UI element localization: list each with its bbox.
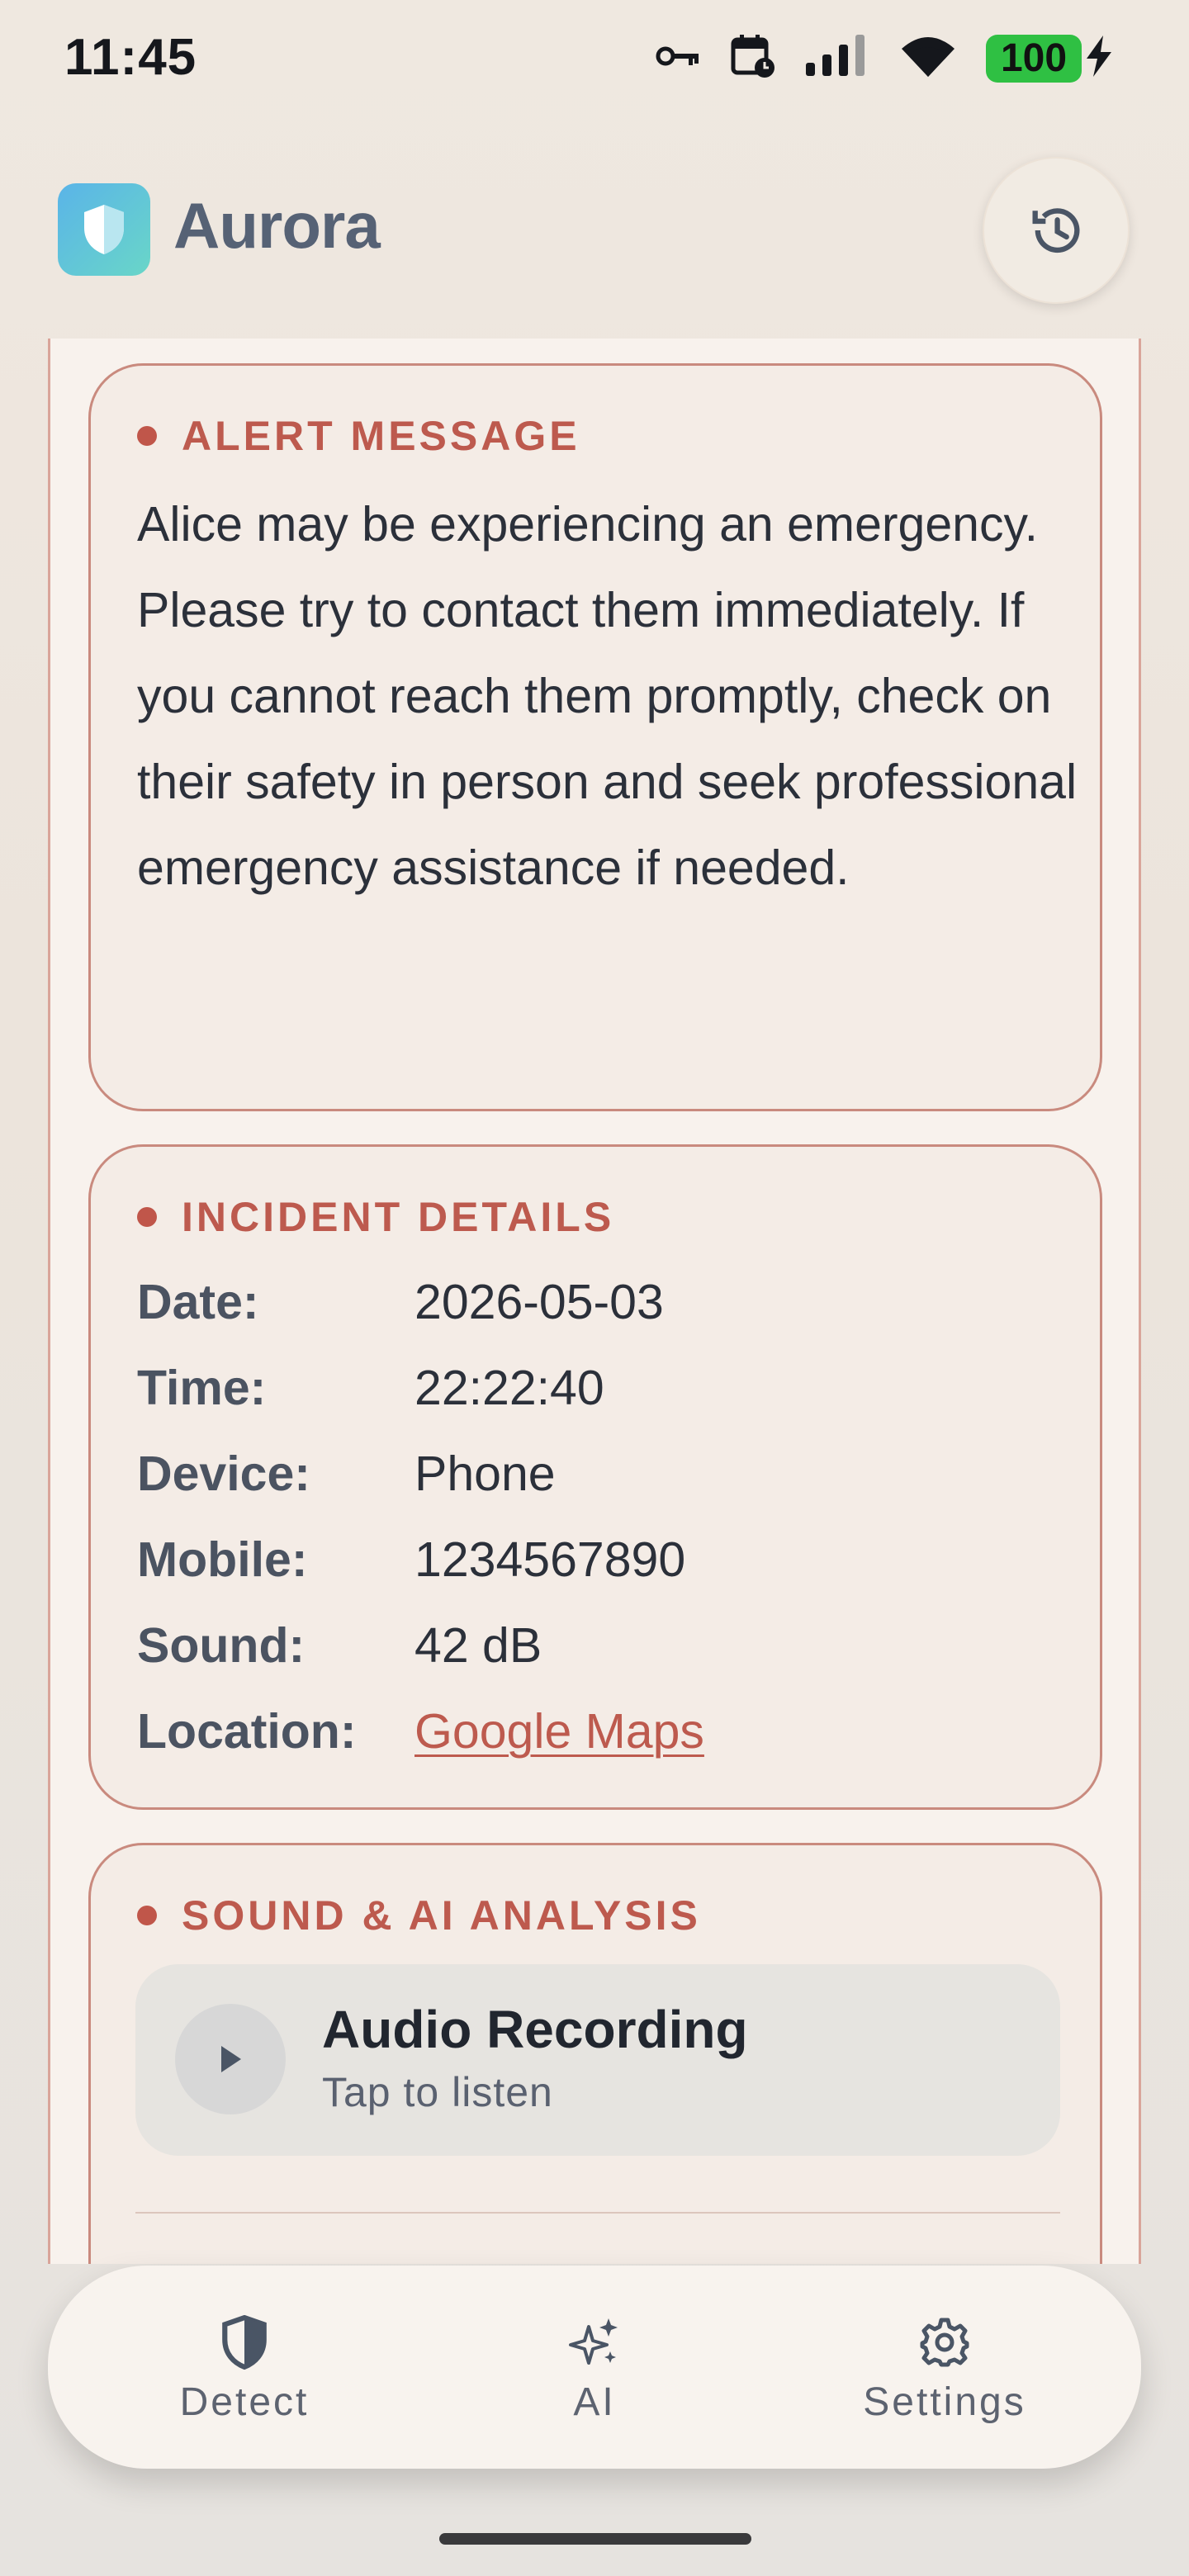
detail-label: Sound: [137, 1618, 306, 1673]
play-icon [221, 2046, 241, 2072]
detail-row-location: Location: Google Maps [137, 1688, 704, 1774]
incident-details-heading: INCIDENT DETAILS [182, 1194, 615, 1240]
detail-label: Location: [137, 1704, 357, 1759]
app-logo [58, 183, 150, 276]
nav-label: Settings [863, 2380, 1026, 2424]
nav-label: AI [573, 2380, 616, 2424]
heading-dot [137, 426, 157, 446]
app-title: Aurora [173, 189, 381, 262]
alert-message-text: Alice may be experiencing an emergency. … [137, 497, 1078, 895]
nav-detect[interactable]: Detect [121, 2266, 368, 2469]
nav-label: Detect [179, 2380, 310, 2424]
google-maps-link[interactable]: Google Maps [414, 1703, 704, 1759]
key-icon [656, 43, 702, 73]
app-header: Aurora [0, 145, 1189, 310]
history-icon [1032, 208, 1080, 253]
audio-player[interactable]: Audio Recording Tap to listen [135, 1964, 1060, 2156]
heading-dot [137, 1906, 157, 1925]
nav-ai[interactable]: AI [471, 2266, 718, 2469]
status-icons: 100 [656, 33, 1113, 83]
detail-value: 2026-05-03 [414, 1275, 664, 1329]
sparkles-icon [567, 2313, 622, 2371]
shield-logo-icon [84, 205, 124, 254]
card-heading: INCIDENT DETAILS [137, 1193, 614, 1241]
shield-icon [220, 2313, 269, 2371]
bottom-nav: Detect AI Settings [48, 2266, 1141, 2469]
detail-row-time: Time: 22:22:40 [137, 1345, 604, 1431]
status-bar: 11:45 100 [0, 0, 1189, 116]
detail-value: 22:22:40 [414, 1361, 604, 1415]
detail-value: 42 dB [414, 1618, 542, 1673]
sound-ai-analysis-card: SOUND & AI ANALYSIS Audio Recording Tap … [88, 1843, 1102, 2264]
card-heading: SOUND & AI ANALYSIS [137, 1892, 701, 1939]
status-time: 11:45 [64, 29, 197, 86]
detail-value: Phone [414, 1447, 556, 1501]
gear-icon [918, 2313, 971, 2371]
detail-label: Time: [137, 1361, 267, 1415]
home-indicator[interactable] [439, 2533, 751, 2545]
detail-row-sound: Sound: 42 dB [137, 1603, 542, 1688]
divider [135, 2212, 1060, 2214]
history-button[interactable] [983, 157, 1130, 304]
sound-ai-heading: SOUND & AI ANALYSIS [182, 1892, 701, 1939]
charging-bolt-icon [1085, 36, 1113, 81]
signal-icon [804, 35, 870, 82]
card-heading: ALERT MESSAGE [137, 412, 580, 460]
calendar-clock-icon [730, 33, 776, 83]
wifi-icon [898, 34, 958, 83]
incident-details-card: INCIDENT DETAILS Date: 2026-05-03 Time: … [88, 1144, 1102, 1810]
battery-indicator: 100 [986, 34, 1113, 83]
audio-title: Audio Recording [322, 2000, 748, 2059]
play-button[interactable] [175, 2004, 286, 2114]
detail-row-date: Date: 2026-05-03 [137, 1259, 664, 1345]
detail-label: Mobile: [137, 1532, 308, 1587]
detail-value: 1234567890 [414, 1532, 686, 1587]
detail-label: Device: [137, 1447, 310, 1501]
audio-subtitle: Tap to listen [322, 2069, 553, 2115]
incident-detail-panel[interactable]: ALERT MESSAGE Alice may be experiencing … [48, 339, 1141, 2264]
detail-row-mobile: Mobile: 1234567890 [137, 1517, 685, 1603]
detail-label: Date: [137, 1275, 259, 1329]
alert-message-heading: ALERT MESSAGE [182, 413, 580, 459]
detail-row-device: Device: Phone [137, 1431, 556, 1517]
heading-dot [137, 1207, 157, 1227]
battery-level: 100 [986, 34, 1082, 83]
alert-message-card: ALERT MESSAGE Alice may be experiencing … [88, 363, 1102, 1111]
nav-settings[interactable]: Settings [821, 2266, 1068, 2469]
